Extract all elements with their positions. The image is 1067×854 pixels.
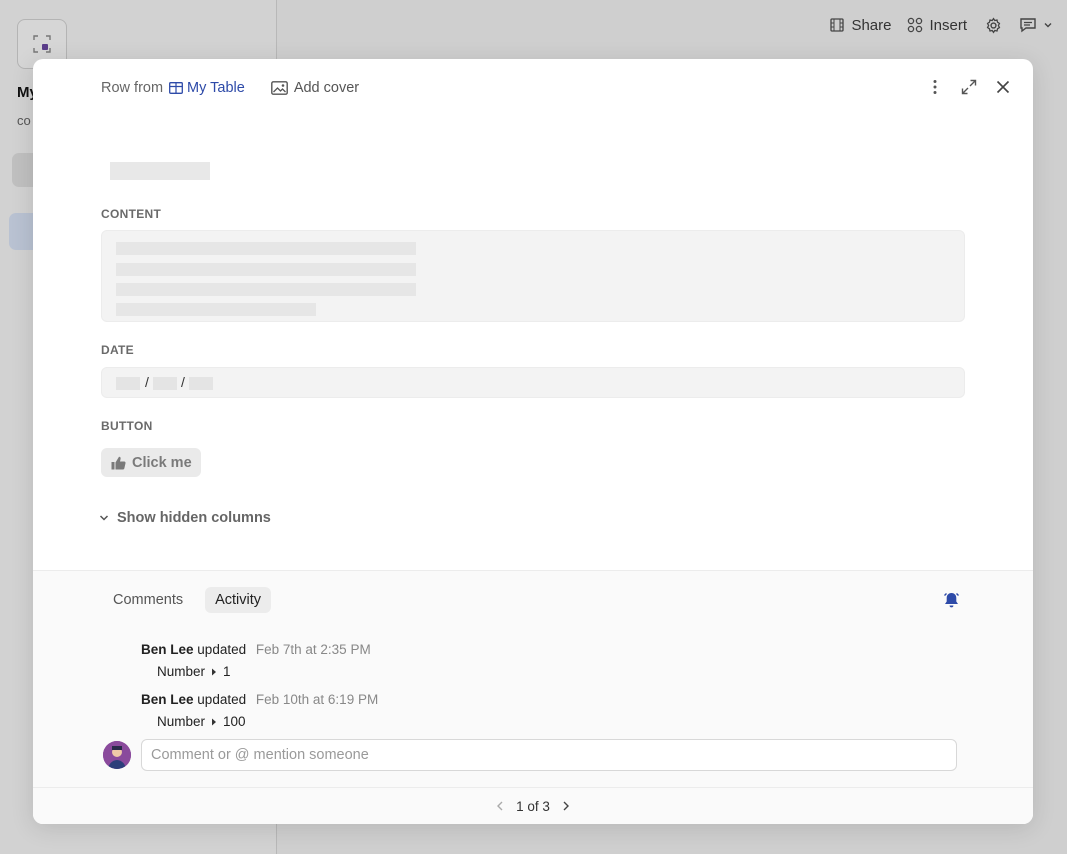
date-month-segment[interactable] xyxy=(116,377,140,390)
chevron-down-icon xyxy=(1044,23,1052,28)
date-field-label: DATE xyxy=(101,343,134,357)
share-label: Share xyxy=(851,16,892,34)
click-me-button[interactable]: Click me xyxy=(101,448,201,477)
change-field-name: Number xyxy=(157,714,206,729)
insert-label: Insert xyxy=(929,16,967,34)
activity-tabs: Comments Activity xyxy=(103,587,272,613)
table-link[interactable]: My Table xyxy=(169,80,245,96)
change-value: 100 xyxy=(223,714,246,729)
share-icon xyxy=(830,18,845,32)
settings-button[interactable] xyxy=(983,15,1003,35)
expand-button[interactable] xyxy=(959,77,979,97)
activity-entry: Ben Lee updated Feb 10th at 6:19 PM xyxy=(141,692,378,707)
share-button[interactable]: Share xyxy=(829,17,891,34)
top-toolbar: Share Insert xyxy=(829,14,1053,36)
content-field[interactable] xyxy=(101,230,965,322)
close-button[interactable] xyxy=(993,77,1013,97)
change-value: 1 xyxy=(223,664,231,679)
content-field-label: CONTENT xyxy=(101,207,162,221)
notification-bell-button[interactable] xyxy=(942,591,961,615)
logo-icon xyxy=(33,35,51,53)
show-hidden-columns-label: Show hidden columns xyxy=(117,510,271,526)
bell-icon xyxy=(944,593,959,608)
doc-subtitle: co xyxy=(17,113,31,128)
activity-entry: Ben Lee updated Feb 7th at 2:35 PM xyxy=(141,642,371,657)
insert-icon xyxy=(908,17,923,33)
more-options-button[interactable] xyxy=(925,77,945,97)
date-day-segment[interactable] xyxy=(153,377,177,390)
thumbs-up-icon xyxy=(111,456,126,469)
activity-change[interactable]: Number 1 xyxy=(157,664,231,679)
chevron-down-icon xyxy=(99,515,109,521)
user-avatar-icon xyxy=(103,741,131,769)
comments-menu-button[interactable] xyxy=(1019,17,1053,33)
pagination-label: 1 of 3 xyxy=(516,798,550,814)
more-icon xyxy=(933,80,937,94)
close-icon xyxy=(996,80,1010,94)
date-field[interactable]: / / xyxy=(101,367,965,398)
activity-action: updated xyxy=(197,642,247,657)
next-row-button[interactable] xyxy=(562,799,570,814)
comment-input[interactable] xyxy=(141,739,957,771)
content-placeholder-line xyxy=(116,283,416,296)
table-name: My Table xyxy=(187,80,245,96)
activity-change[interactable]: Number 100 xyxy=(157,714,246,729)
row-detail-modal: Row from My Table Add cover CONTENT DATE… xyxy=(33,59,1033,824)
image-icon xyxy=(270,81,288,95)
content-placeholder-line xyxy=(116,242,416,255)
activity-panel: Comments Activity Ben Lee updated Feb 7t… xyxy=(33,570,1033,824)
tab-activity[interactable]: Activity xyxy=(205,587,272,613)
table-icon xyxy=(169,82,183,94)
activity-timestamp: Feb 10th at 6:19 PM xyxy=(255,692,379,707)
caret-right-icon xyxy=(212,668,217,675)
activity-user[interactable]: Ben Lee xyxy=(141,642,194,657)
date-year-segment[interactable] xyxy=(189,377,213,390)
activity-user[interactable]: Ben Lee xyxy=(141,692,194,707)
activity-timestamp: Feb 7th at 2:35 PM xyxy=(255,642,371,657)
show-hidden-columns-toggle[interactable]: Show hidden columns xyxy=(99,510,271,526)
button-field-label: BUTTON xyxy=(101,419,153,433)
modal-actions xyxy=(925,77,1013,97)
expand-icon xyxy=(961,79,977,95)
date-separator: / xyxy=(145,374,149,390)
pagination: 1 of 3 xyxy=(33,787,1033,824)
date-separator: / xyxy=(181,374,185,390)
chevron-right-icon xyxy=(563,801,569,810)
content-placeholder-line xyxy=(116,263,416,276)
modal-header: Row from My Table Add cover xyxy=(101,78,359,98)
chevron-left-icon xyxy=(497,801,503,810)
change-field-name: Number xyxy=(157,664,206,679)
caret-right-icon xyxy=(212,718,217,725)
click-me-label: Click me xyxy=(132,454,192,471)
content-placeholder-line xyxy=(116,303,316,316)
row-from-label: Row from xyxy=(101,80,164,96)
add-cover-button[interactable]: Add cover xyxy=(270,80,360,96)
activity-action: updated xyxy=(197,692,247,707)
avatar[interactable] xyxy=(103,741,131,769)
add-cover-label: Add cover xyxy=(293,80,360,96)
row-title-placeholder[interactable] xyxy=(110,162,210,180)
gear-icon xyxy=(986,16,1000,34)
previous-row-button[interactable] xyxy=(496,799,504,814)
comment-icon xyxy=(1020,18,1036,33)
tab-comments[interactable]: Comments xyxy=(103,587,193,613)
insert-button[interactable]: Insert xyxy=(907,17,967,34)
